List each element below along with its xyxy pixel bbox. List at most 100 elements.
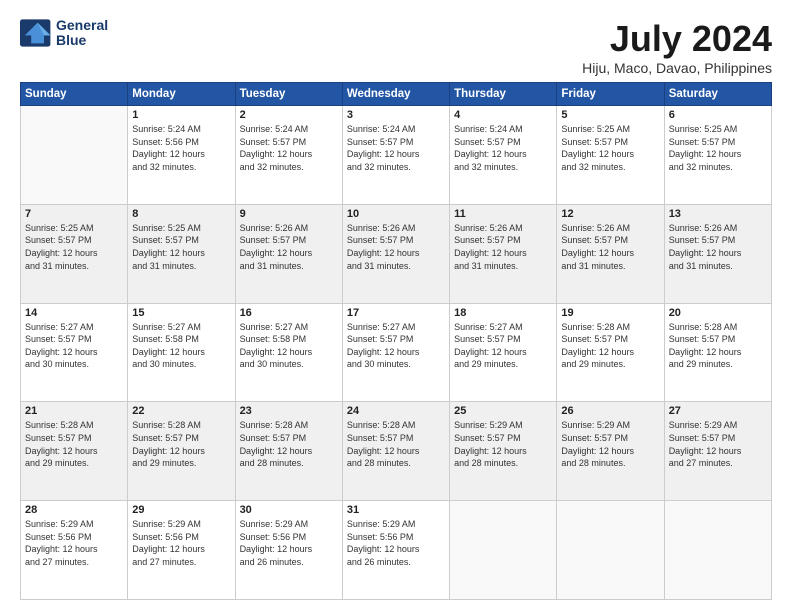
calendar-cell: 31 Sunrise: 5:29 AMSunset: 5:56 PMDayligh…	[342, 501, 449, 600]
calendar-header-sunday: Sunday	[21, 83, 128, 106]
day-number: 31	[347, 504, 445, 516]
calendar-cell: 7 Sunrise: 5:25 AMSunset: 5:57 PMDaylight…	[21, 204, 128, 303]
day-info: Sunrise: 5:24 AMSunset: 5:57 PMDaylight:…	[347, 123, 445, 173]
day-info: Sunrise: 5:24 AMSunset: 5:56 PMDaylight:…	[132, 123, 230, 173]
calendar-cell: 23 Sunrise: 5:28 AMSunset: 5:57 PMDayligh…	[235, 402, 342, 501]
day-info: Sunrise: 5:28 AMSunset: 5:57 PMDaylight:…	[669, 321, 767, 371]
calendar-cell: 5 Sunrise: 5:25 AMSunset: 5:57 PMDaylight…	[557, 106, 664, 205]
calendar-cell: 14Sunrise: 5:27 AMSunset: 5:57 PMDayligh…	[21, 303, 128, 402]
day-info: Sunrise: 5:27 AMSunset: 5:57 PMDaylight:…	[454, 321, 552, 371]
day-info: Sunrise: 5:29 AMSunset: 5:57 PMDaylight:…	[561, 419, 659, 469]
calendar-week-row: 21Sunrise: 5:28 AMSunset: 5:57 PMDayligh…	[21, 402, 772, 501]
day-number: 7	[25, 208, 123, 220]
day-info: Sunrise: 5:26 AMSunset: 5:57 PMDaylight:…	[454, 222, 552, 272]
day-number: 30	[240, 504, 338, 516]
day-info: Sunrise: 5:27 AMSunset: 5:57 PMDaylight:…	[25, 321, 123, 371]
calendar-cell	[557, 501, 664, 600]
day-info: Sunrise: 5:29 AMSunset: 5:56 PMDaylight:…	[25, 518, 123, 568]
day-info: Sunrise: 5:29 AMSunset: 5:57 PMDaylight:…	[669, 419, 767, 469]
day-info: Sunrise: 5:25 AMSunset: 5:57 PMDaylight:…	[561, 123, 659, 173]
day-info: Sunrise: 5:28 AMSunset: 5:57 PMDaylight:…	[561, 321, 659, 371]
day-info: Sunrise: 5:28 AMSunset: 5:57 PMDaylight:…	[240, 419, 338, 469]
calendar-header-tuesday: Tuesday	[235, 83, 342, 106]
day-info: Sunrise: 5:27 AMSunset: 5:58 PMDaylight:…	[240, 321, 338, 371]
calendar-cell: 18 Sunrise: 5:27 AMSunset: 5:57 PMDayligh…	[450, 303, 557, 402]
day-number: 25	[454, 405, 552, 417]
logo-line2: Blue	[56, 33, 108, 48]
calendar-cell: 19 Sunrise: 5:28 AMSunset: 5:57 PMDayligh…	[557, 303, 664, 402]
calendar-cell: 25Sunrise: 5:29 AMSunset: 5:57 PMDayligh…	[450, 402, 557, 501]
day-number: 8	[132, 208, 230, 220]
calendar-cell: 21Sunrise: 5:28 AMSunset: 5:57 PMDayligh…	[21, 402, 128, 501]
calendar-cell: 15 Sunrise: 5:27 AMSunset: 5:58 PMDayligh…	[128, 303, 235, 402]
day-number: 19	[561, 307, 659, 319]
location: Hiju, Maco, Davao, Philippines	[582, 60, 772, 76]
day-info: Sunrise: 5:28 AMSunset: 5:57 PMDaylight:…	[132, 419, 230, 469]
day-number: 11	[454, 208, 552, 220]
calendar-cell: 11 Sunrise: 5:26 AMSunset: 5:57 PMDayligh…	[450, 204, 557, 303]
calendar-cell	[21, 106, 128, 205]
day-info: Sunrise: 5:29 AMSunset: 5:56 PMDaylight:…	[132, 518, 230, 568]
day-number: 4	[454, 109, 552, 121]
day-info: Sunrise: 5:29 AMSunset: 5:56 PMDaylight:…	[240, 518, 338, 568]
day-info: Sunrise: 5:25 AMSunset: 5:57 PMDaylight:…	[25, 222, 123, 272]
calendar-cell	[450, 501, 557, 600]
logo-icon	[20, 19, 52, 47]
day-number: 29	[132, 504, 230, 516]
calendar-week-row: 1 Sunrise: 5:24 AMSunset: 5:56 PMDaylight…	[21, 106, 772, 205]
day-number: 23	[240, 405, 338, 417]
calendar-cell: 16 Sunrise: 5:27 AMSunset: 5:58 PMDayligh…	[235, 303, 342, 402]
calendar-cell: 26 Sunrise: 5:29 AMSunset: 5:57 PMDayligh…	[557, 402, 664, 501]
day-number: 16	[240, 307, 338, 319]
day-info: Sunrise: 5:27 AMSunset: 5:58 PMDaylight:…	[132, 321, 230, 371]
day-info: Sunrise: 5:25 AMSunset: 5:57 PMDaylight:…	[669, 123, 767, 173]
day-number: 3	[347, 109, 445, 121]
day-number: 6	[669, 109, 767, 121]
calendar-cell: 24Sunrise: 5:28 AMSunset: 5:57 PMDayligh…	[342, 402, 449, 501]
calendar-header-thursday: Thursday	[450, 83, 557, 106]
calendar-cell: 20 Sunrise: 5:28 AMSunset: 5:57 PMDayligh…	[664, 303, 771, 402]
calendar-week-row: 28 Sunrise: 5:29 AMSunset: 5:56 PMDayligh…	[21, 501, 772, 600]
logo-text: General Blue	[56, 18, 108, 49]
day-number: 20	[669, 307, 767, 319]
day-number: 28	[25, 504, 123, 516]
calendar-cell: 3 Sunrise: 5:24 AMSunset: 5:57 PMDaylight…	[342, 106, 449, 205]
logo-line1: General	[56, 18, 108, 33]
calendar-cell: 10 Sunrise: 5:26 AMSunset: 5:57 PMDayligh…	[342, 204, 449, 303]
calendar-cell: 1 Sunrise: 5:24 AMSunset: 5:56 PMDaylight…	[128, 106, 235, 205]
calendar-cell: 6 Sunrise: 5:25 AMSunset: 5:57 PMDaylight…	[664, 106, 771, 205]
calendar-cell: 22 Sunrise: 5:28 AMSunset: 5:57 PMDayligh…	[128, 402, 235, 501]
day-number: 2	[240, 109, 338, 121]
day-info: Sunrise: 5:24 AMSunset: 5:57 PMDaylight:…	[454, 123, 552, 173]
calendar-header-row: SundayMondayTuesdayWednesdayThursdayFrid…	[21, 83, 772, 106]
day-info: Sunrise: 5:28 AMSunset: 5:57 PMDaylight:…	[347, 419, 445, 469]
calendar-week-row: 7 Sunrise: 5:25 AMSunset: 5:57 PMDaylight…	[21, 204, 772, 303]
calendar-header-monday: Monday	[128, 83, 235, 106]
day-info: Sunrise: 5:26 AMSunset: 5:57 PMDaylight:…	[240, 222, 338, 272]
day-number: 15	[132, 307, 230, 319]
calendar-cell: 2 Sunrise: 5:24 AMSunset: 5:57 PMDaylight…	[235, 106, 342, 205]
calendar-cell: 8Sunrise: 5:25 AMSunset: 5:57 PMDaylight…	[128, 204, 235, 303]
calendar-header-friday: Friday	[557, 83, 664, 106]
header: General Blue July 2024 Hiju, Maco, Davao…	[20, 18, 772, 76]
day-number: 17	[347, 307, 445, 319]
day-number: 12	[561, 208, 659, 220]
day-number: 27	[669, 405, 767, 417]
day-number: 22	[132, 405, 230, 417]
day-info: Sunrise: 5:29 AMSunset: 5:56 PMDaylight:…	[347, 518, 445, 568]
day-info: Sunrise: 5:26 AMSunset: 5:57 PMDaylight:…	[347, 222, 445, 272]
day-number: 1	[132, 109, 230, 121]
day-number: 18	[454, 307, 552, 319]
day-info: Sunrise: 5:24 AMSunset: 5:57 PMDaylight:…	[240, 123, 338, 173]
day-number: 26	[561, 405, 659, 417]
day-number: 9	[240, 208, 338, 220]
calendar-cell: 13Sunrise: 5:26 AMSunset: 5:57 PMDayligh…	[664, 204, 771, 303]
calendar-table: SundayMondayTuesdayWednesdayThursdayFrid…	[20, 82, 772, 600]
calendar-cell: 9 Sunrise: 5:26 AMSunset: 5:57 PMDaylight…	[235, 204, 342, 303]
calendar-cell: 4 Sunrise: 5:24 AMSunset: 5:57 PMDaylight…	[450, 106, 557, 205]
calendar-header-saturday: Saturday	[664, 83, 771, 106]
day-number: 10	[347, 208, 445, 220]
calendar-cell: 29 Sunrise: 5:29 AMSunset: 5:56 PMDayligh…	[128, 501, 235, 600]
day-info: Sunrise: 5:27 AMSunset: 5:57 PMDaylight:…	[347, 321, 445, 371]
day-number: 5	[561, 109, 659, 121]
